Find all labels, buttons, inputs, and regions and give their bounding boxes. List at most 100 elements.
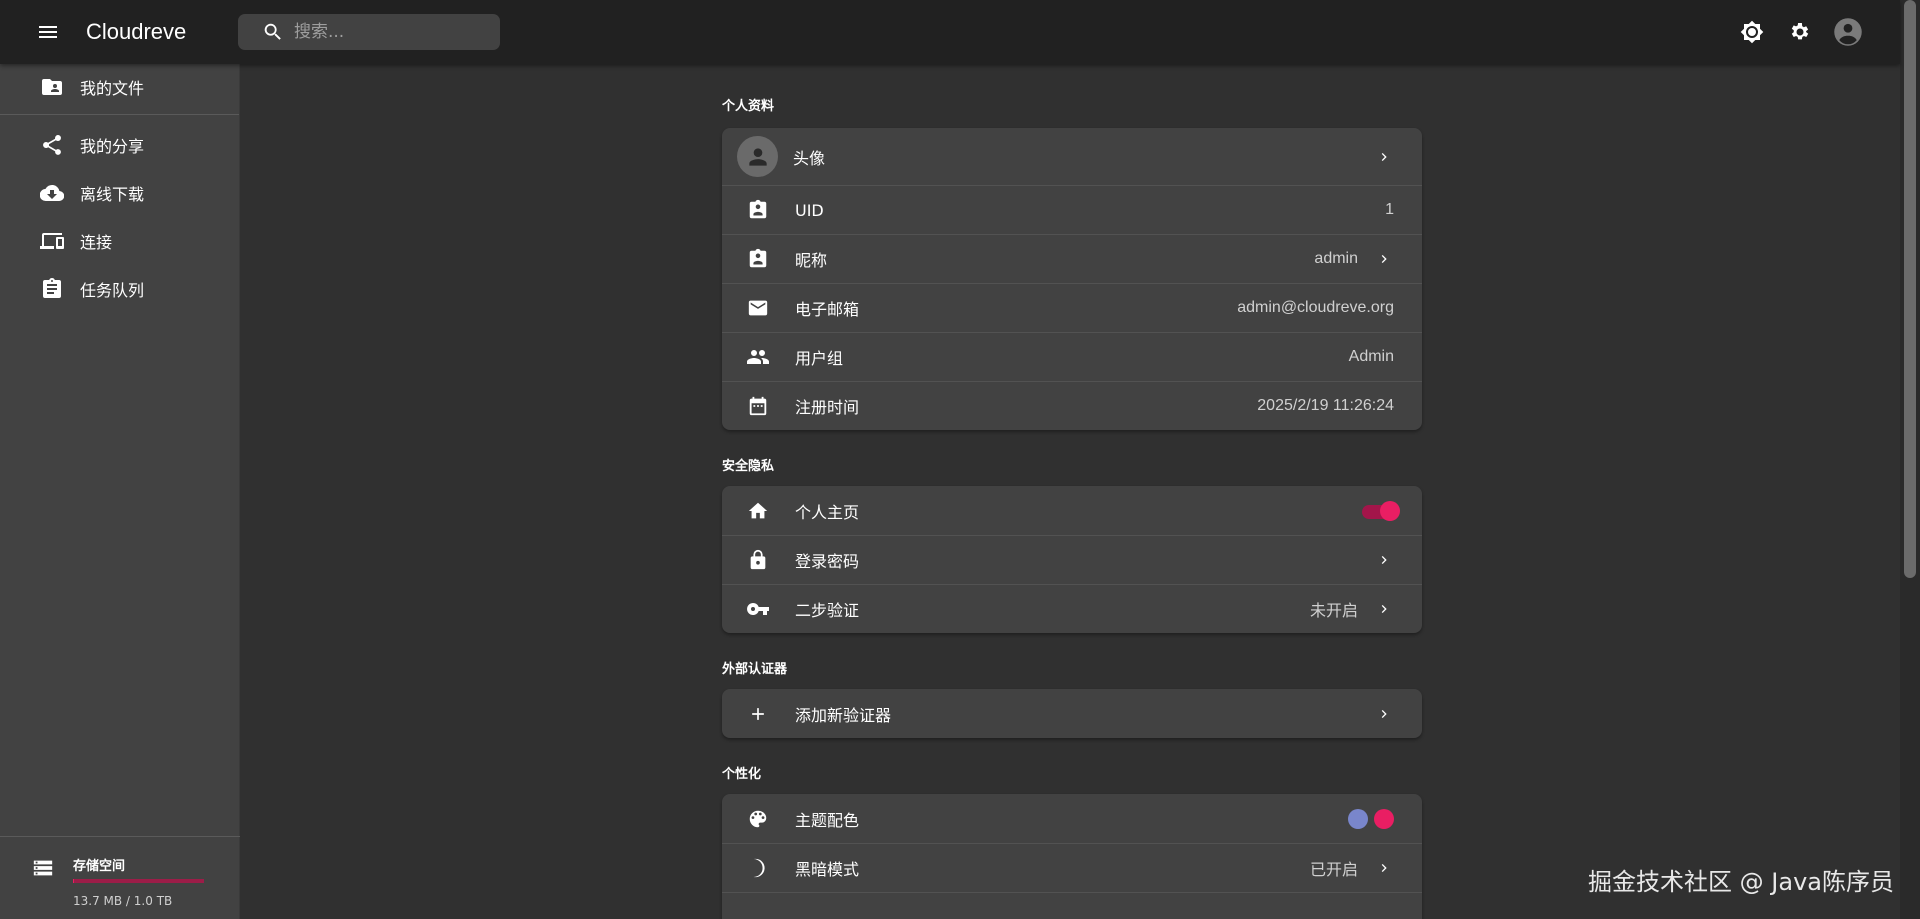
- settings-content: 个人资料 头像 UID 1 昵称 admin 电子邮箱 admin@cloudr…: [722, 64, 1422, 919]
- nickname-label: 昵称: [795, 251, 828, 270]
- registered-label: 注册时间: [795, 398, 860, 417]
- uid-label: UID: [795, 200, 824, 220]
- email-row: 电子邮箱 admin@cloudreve.org: [722, 283, 1422, 332]
- palette-icon: [746, 807, 770, 831]
- menu-button[interactable]: [24, 8, 72, 56]
- watermark: 掘金技术社区 @ Java陈序员: [1588, 868, 1894, 896]
- add-icon: [746, 702, 770, 726]
- homepage-label: 个人主页: [795, 502, 860, 522]
- security-card: 个人主页 登录密码 二步验证 未开启: [722, 486, 1422, 633]
- section-title-security: 安全隐私: [722, 459, 775, 474]
- search-input[interactable]: [294, 22, 494, 42]
- chevron-right-icon: [1374, 251, 1394, 267]
- dark-mode-value: 已开启: [1309, 862, 1358, 879]
- avatar-row[interactable]: 头像: [722, 128, 1422, 185]
- clipboard-list-icon: [40, 277, 64, 301]
- account-circle-icon: [1834, 18, 1862, 46]
- account-box-icon: [746, 198, 770, 222]
- theme-color-row[interactable]: 主题配色: [722, 794, 1422, 843]
- password-row[interactable]: 登录密码: [722, 535, 1422, 584]
- nickname-row[interactable]: 昵称 admin: [722, 234, 1422, 283]
- nickname-value: admin: [1314, 250, 1358, 267]
- people-icon: [746, 345, 770, 369]
- storage-progress-bar: [73, 879, 204, 883]
- email-value: admin@cloudreve.org: [1237, 299, 1394, 316]
- sidebar-item-my-shares[interactable]: 我的分享: [0, 121, 239, 169]
- storage-panel[interactable]: 存储空间 13.7 MB / 1.0 TB: [0, 836, 240, 919]
- search-box[interactable]: [238, 14, 500, 50]
- appbar-actions: [1728, 8, 1872, 56]
- twofa-value: 未开启: [1309, 603, 1358, 620]
- personalization-card: 主题配色 黑暗模式 已开启: [722, 794, 1422, 919]
- sidebar-item-label: 我的文件: [80, 79, 145, 98]
- twofa-row[interactable]: 二步验证 未开启: [722, 584, 1422, 633]
- app-title: Cloudreve: [86, 19, 187, 44]
- add-authenticator-label: 添加新验证器: [795, 705, 892, 725]
- toggle-knob: [1380, 500, 1400, 521]
- sidebar: 我的文件 我的分享 离线下载 连接 任务队列 存储空间 13.7 MB / 1.…: [0, 64, 240, 919]
- sidebar-divider: [0, 114, 239, 115]
- settings-button[interactable]: [1776, 8, 1824, 56]
- page-scrollbar[interactable]: [1900, 0, 1920, 919]
- sidebar-item-task-queue[interactable]: 任务队列: [0, 265, 239, 313]
- storage-usage: 13.7 MB / 1.0 TB: [73, 894, 173, 908]
- uid-value: 1: [1385, 201, 1394, 218]
- person-icon: [748, 147, 767, 166]
- group-value: Admin: [1348, 348, 1394, 365]
- account-button[interactable]: [1824, 8, 1872, 56]
- storage-progress-fill: [73, 879, 75, 883]
- password-label: 登录密码: [795, 552, 860, 571]
- chevron-right-icon: [1374, 860, 1394, 876]
- theme-toggle-button[interactable]: [1728, 8, 1776, 56]
- email-icon: [746, 296, 770, 320]
- add-authenticator-row[interactable]: 添加新验证器: [722, 689, 1422, 738]
- uid-row: UID 1: [722, 185, 1422, 234]
- app-bar: Cloudreve: [0, 0, 1900, 64]
- lock-icon: [746, 548, 770, 572]
- chevron-right-icon: [1374, 149, 1394, 165]
- scrollbar-thumb[interactable]: [1904, 0, 1916, 578]
- section-title-authenticators: 外部认证器: [722, 662, 788, 677]
- cloud-download-icon: [40, 181, 64, 205]
- gear-icon: [1791, 23, 1809, 40]
- brightness-icon: [1740, 20, 1764, 44]
- homepage-row: 个人主页: [722, 486, 1422, 535]
- profile-card: 头像 UID 1 昵称 admin 电子邮箱 admin@cloudreve.o…: [722, 128, 1422, 430]
- registered-value: 2025/2/19 11:26:24: [1257, 397, 1394, 414]
- sidebar-item-label: 离线下载: [80, 185, 145, 204]
- home-icon: [746, 499, 770, 523]
- twofa-label: 二步验证: [795, 601, 860, 620]
- avatar-label: 头像: [793, 148, 826, 168]
- more-row[interactable]: [722, 892, 1422, 919]
- chevron-right-icon: [1374, 601, 1394, 617]
- search-icon: [264, 23, 281, 40]
- section-title-personalization: 个性化: [722, 767, 762, 782]
- avatar: [737, 136, 778, 177]
- group-row: 用户组 Admin: [722, 332, 1422, 381]
- sidebar-item-my-files[interactable]: 我的文件: [0, 64, 239, 110]
- sidebar-item-label: 我的分享: [80, 137, 145, 156]
- devices-icon: [40, 229, 64, 253]
- menu-icon: [39, 26, 57, 38]
- key-icon: [746, 597, 770, 621]
- theme-color-swatches: [1348, 808, 1394, 829]
- homepage-toggle[interactable]: [1360, 500, 1400, 521]
- storage-label: 存储空间: [73, 859, 126, 874]
- folder-account-icon: [40, 75, 64, 99]
- sidebar-item-connect[interactable]: 连接: [0, 217, 239, 265]
- moon-icon: [746, 856, 770, 880]
- dark-mode-row[interactable]: 黑暗模式 已开启: [722, 843, 1422, 892]
- authenticators-card: 添加新验证器: [722, 689, 1422, 738]
- group-label: 用户组: [795, 349, 844, 368]
- dark-mode-label: 黑暗模式: [795, 860, 860, 879]
- share-icon: [40, 133, 64, 157]
- section-title-profile: 个人资料: [722, 99, 775, 114]
- secondary-color-swatch: [1374, 808, 1394, 829]
- account-box-icon: [746, 247, 770, 271]
- theme-color-label: 主题配色: [795, 810, 860, 830]
- registered-row: 注册时间 2025/2/19 11:26:24: [722, 381, 1422, 430]
- storage-icon: [32, 857, 54, 883]
- primary-color-swatch: [1348, 808, 1368, 829]
- sidebar-item-offline-download[interactable]: 离线下载: [0, 169, 239, 217]
- chevron-right-icon: [1374, 552, 1394, 568]
